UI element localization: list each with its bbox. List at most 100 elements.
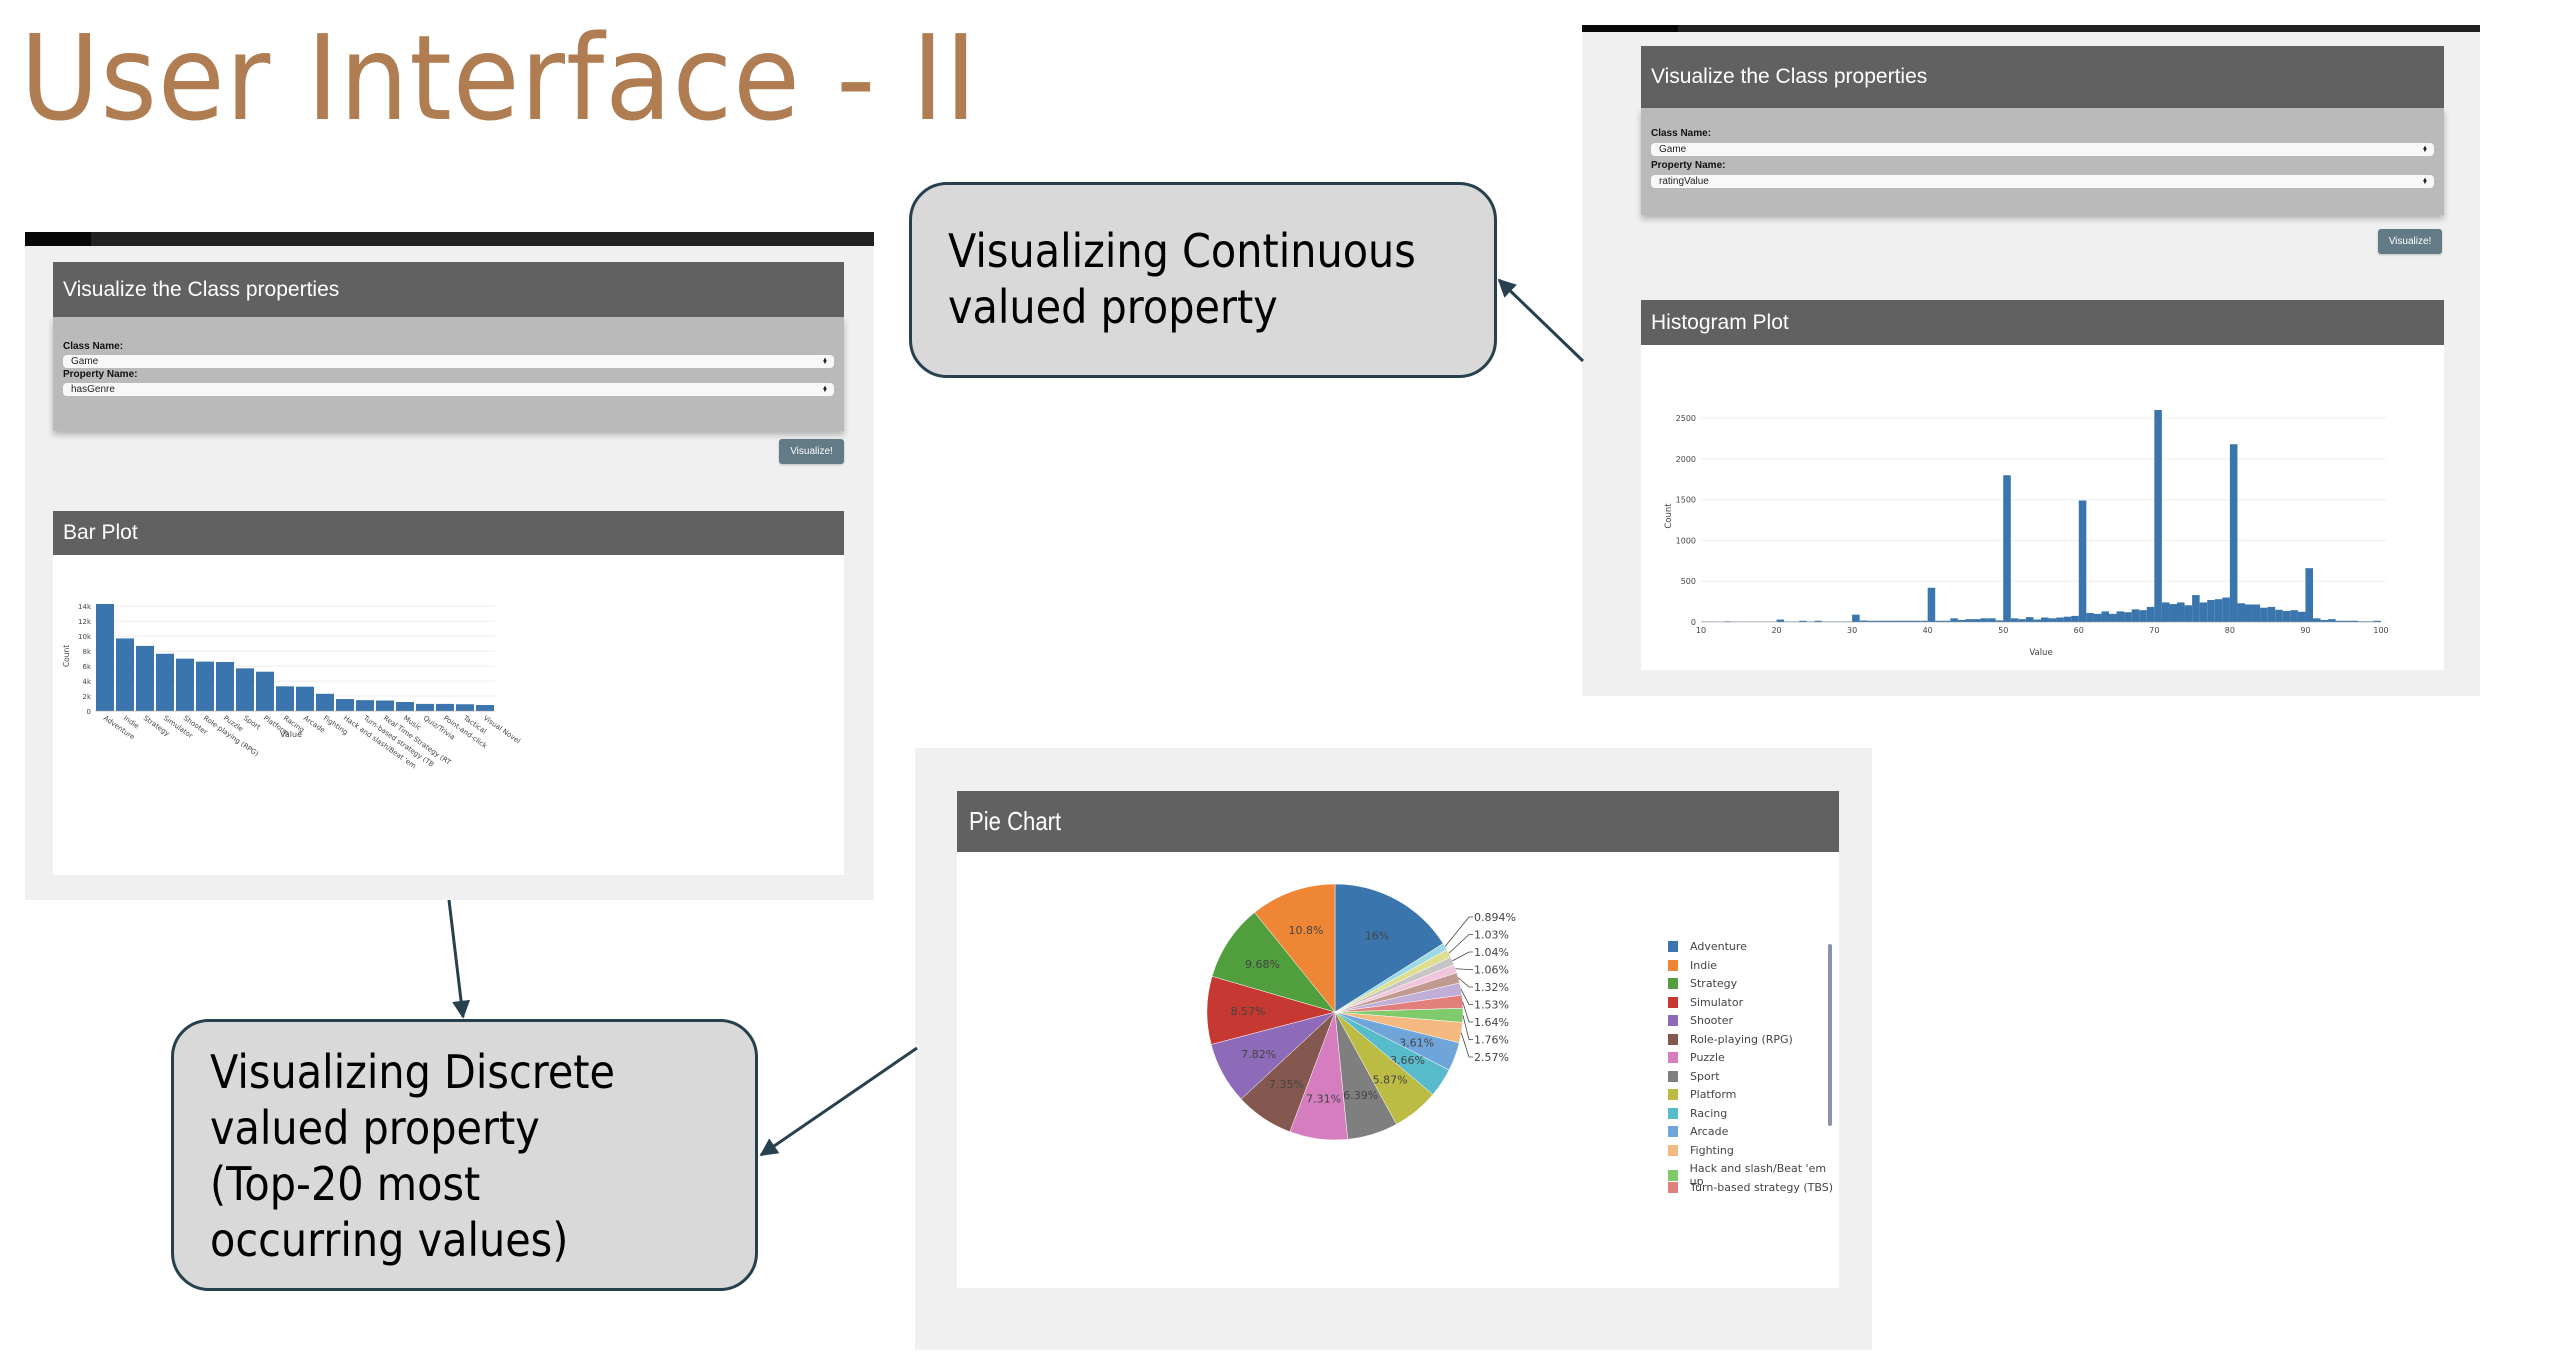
class-name-select[interactable]: Game ▲ ▼ <box>63 355 834 368</box>
bar <box>176 658 194 711</box>
legend-swatch <box>1668 941 1678 952</box>
legend-item[interactable]: Turn-based strategy (TBS) <box>1668 1181 1833 1194</box>
legend-label: Puzzle <box>1690 1051 1725 1064</box>
class-name-select[interactable]: Game ▲ ▼ <box>1651 143 2434 156</box>
form-body: Class Name: Game ▲ ▼ Property Name: ratin… <box>1641 108 2444 215</box>
callout-continuous-line-1: Visualizing Continuous <box>948 224 1416 278</box>
pie-slice-label: 7.35% <box>1269 1078 1304 1091</box>
pie-legend: Adventure Indie Strategy Simulator Shooter Ro… <box>1668 940 1838 1200</box>
histogram-bin <box>2222 597 2230 622</box>
legend-item[interactable]: Shooter <box>1668 1014 1733 1027</box>
legend-item[interactable]: Simulator <box>1668 996 1743 1009</box>
legend-item[interactable]: Adventure <box>1668 940 1747 953</box>
bar <box>436 703 454 711</box>
legend-label: Platform <box>1690 1088 1737 1101</box>
histogram-bin <box>2124 612 2132 622</box>
slide-title: User Interface - II <box>20 9 978 147</box>
histogram-bin <box>2320 619 2329 622</box>
property-name-label: Property Name: <box>63 369 138 380</box>
bar <box>276 686 294 711</box>
legend-swatch <box>1668 1144 1678 1156</box>
select-arrows-icon: ▲ ▼ <box>2422 144 2428 154</box>
legend-label: Indie <box>1690 958 1718 972</box>
legend-label: Sport <box>1690 1069 1720 1083</box>
y-tick-label: 8k <box>82 648 91 656</box>
x-tick-label: 100 <box>2373 626 2388 635</box>
histogram-bin <box>2078 500 2087 622</box>
bar <box>236 668 254 711</box>
visualize-button[interactable]: Visualize! <box>2378 229 2442 254</box>
x-tick-label: 20 <box>1771 626 1781 635</box>
callout-discrete-line-1: Visualizing Discrete <box>210 1045 616 1099</box>
y-tick-label: 1000 <box>1676 536 1696 545</box>
histogram-card: Histogram Plot 0 500 1000 1500 2000 2500 10 20 3… <box>1641 300 2444 670</box>
callout-continuous-line-2: valued property <box>948 280 1278 334</box>
x-axis-title: Value <box>280 730 302 739</box>
bar <box>96 604 114 711</box>
pie-slice-label: 1.32% <box>1474 981 1509 994</box>
histogram-bin <box>2207 599 2215 622</box>
x-tick-label: Sport <box>242 714 262 731</box>
pie-card: Pie Chart 16% 0.894% 1.03% 1.04% 1.06% 1.32% 1… <box>957 791 1839 1288</box>
x-tick-label: 70 <box>2149 626 2159 635</box>
x-tick-label: 30 <box>1847 626 1857 635</box>
property-name-select[interactable]: ratingValue ▲ ▼ <box>1651 175 2434 188</box>
legend-item[interactable]: Strategy <box>1668 977 1737 990</box>
legend-item[interactable]: Arcade <box>1668 1125 1728 1138</box>
y-tick-label: 2500 <box>1676 414 1696 423</box>
histogram-bin <box>2041 617 2049 622</box>
histogram-bin <box>1852 614 1860 622</box>
legend-item[interactable]: Platform <box>1668 1088 1736 1101</box>
y-tick-label: 12k <box>78 618 92 626</box>
navbar-brand[interactable] <box>1582 25 1678 32</box>
bar-plot-body: 0 2k 4k 6k 8k 10k 12k 14k Adventure Indie Strategy… <box>53 555 844 875</box>
pie-slice-label: 2.57% <box>1474 1051 1509 1064</box>
histogram-bin <box>2297 611 2306 622</box>
histogram-bin <box>2313 618 2321 622</box>
pie-label-leader <box>1452 951 1473 962</box>
histogram-bin <box>2154 410 2162 622</box>
pie-slice-label: 1.64% <box>1474 1016 1509 1029</box>
navbar-brand[interactable] <box>25 232 91 246</box>
bar <box>156 653 174 711</box>
x-tick-label: 50 <box>1998 626 2008 635</box>
pie-slice-label: 5.87% <box>1373 1073 1408 1086</box>
form-card-header: Visualize the Class properties <box>53 262 844 317</box>
property-name-value: hasGenre <box>71 384 115 395</box>
legend-label: Strategy <box>1690 977 1738 990</box>
y-tick-label: 10k <box>78 633 92 641</box>
histogram-bin <box>2252 604 2261 622</box>
histogram-bin <box>1973 619 1981 622</box>
x-tick-label: 60 <box>2074 626 2084 635</box>
histogram-title: Histogram Plot <box>1651 310 1789 334</box>
legend-scrollbar[interactable] <box>1828 944 1832 1126</box>
pie-slice-label: 1.03% <box>1474 929 1509 942</box>
pie-label-leader <box>1444 916 1473 947</box>
legend-label: Fighting <box>1690 1143 1734 1157</box>
legend-item[interactable]: Fighting <box>1668 1144 1734 1157</box>
class-name-value: Game <box>1659 144 1687 155</box>
x-tick-label: Visual Novel <box>482 714 522 745</box>
legend-item[interactable]: Puzzle <box>1668 1051 1725 1064</box>
pie-slice-label: 1.53% <box>1474 999 1509 1012</box>
legend-item[interactable]: Sport <box>1668 1070 1720 1083</box>
legend-item[interactable]: Racing <box>1668 1107 1727 1120</box>
legend-item[interactable]: Indie <box>1668 959 1717 972</box>
histogram-bin <box>2305 568 2313 622</box>
property-name-select[interactable]: hasGenre ▲ ▼ <box>63 383 834 396</box>
legend-swatch <box>1668 1181 1678 1193</box>
histogram-bin <box>2169 604 2177 622</box>
y-tick-label: 14k <box>78 603 92 611</box>
visualize-button[interactable]: Visualize! <box>779 439 844 464</box>
histogram-bin <box>2056 617 2064 622</box>
histogram-bin <box>2161 602 2170 622</box>
pie-slice-label: 1.06% <box>1474 964 1509 977</box>
pie-slice-label: 8.57% <box>1230 1005 1265 1018</box>
class-name-value: Game <box>71 356 99 367</box>
bar-plot-title: Bar Plot <box>63 521 138 544</box>
form-card-header: Visualize the Class properties <box>1641 46 2444 108</box>
legend-item[interactable]: Role-playing (RPG) <box>1668 1033 1793 1046</box>
histogram-bin <box>1988 618 1996 622</box>
class-name-label: Class Name: <box>63 341 124 352</box>
legend-label: Arcade <box>1690 1125 1729 1138</box>
